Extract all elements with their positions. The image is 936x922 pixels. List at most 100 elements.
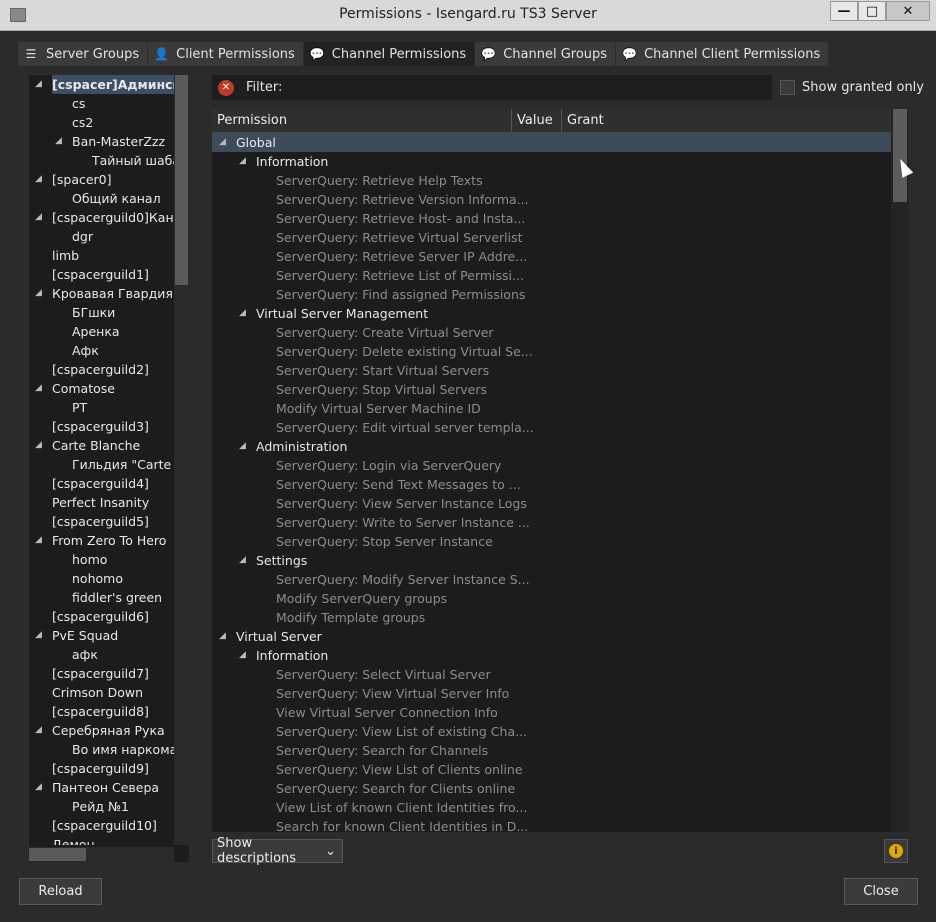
expand-arrow-icon[interactable]: ◢: [239, 304, 246, 323]
channel-tree-item[interactable]: ◢ Серебряная Рука: [29, 721, 174, 740]
expand-arrow-icon[interactable]: ◢: [219, 627, 226, 646]
permission-row[interactable]: View Virtual Server Connection Info: [212, 703, 891, 722]
permission-row[interactable]: ◢ Virtual Server Management: [212, 304, 891, 323]
permission-row[interactable]: ServerQuery: Stop Virtual Servers: [212, 380, 891, 399]
channel-tree-item[interactable]: [cspacerguild10]: [29, 816, 174, 835]
permission-row[interactable]: ◢ Virtual Server: [212, 627, 891, 646]
expand-arrow-icon[interactable]: ◢: [35, 778, 42, 797]
expand-arrow-icon[interactable]: ◢: [219, 133, 226, 152]
permission-row[interactable]: ServerQuery: Select Virtual Server: [212, 665, 891, 684]
info-button[interactable]: i: [884, 839, 908, 863]
window-close-button[interactable]: ✕: [886, 1, 930, 21]
permission-row[interactable]: ServerQuery: Retrieve Virtual Serverlist: [212, 228, 891, 247]
channel-tree-item[interactable]: cs: [29, 94, 174, 113]
tab-client-permissions[interactable]: 👤 Client Permissions: [148, 42, 304, 66]
expand-arrow-icon[interactable]: ◢: [35, 436, 42, 455]
clear-filter-icon[interactable]: ✕: [218, 79, 234, 96]
minimize-button[interactable]: —: [830, 1, 858, 21]
scroll-thumb[interactable]: [175, 75, 188, 285]
permission-row[interactable]: ServerQuery: View Server Instance Logs: [212, 494, 891, 513]
permission-row[interactable]: ServerQuery: Create Virtual Server: [212, 323, 891, 342]
permission-row[interactable]: ServerQuery: Stop Server Instance: [212, 532, 891, 551]
tab-channel-client-permissions[interactable]: 💬 Channel Client Permissions: [616, 42, 830, 66]
channel-tree-item[interactable]: [cspacerguild4]: [29, 474, 174, 493]
permission-row[interactable]: ServerQuery: Search for Channels: [212, 741, 891, 760]
channel-tree[interactable]: ◢ [cspacer]Админские cs cs2 ◢ Ban-MasterZzz Та…: [29, 75, 174, 845]
maximize-button[interactable]: □: [858, 1, 886, 21]
permission-row[interactable]: ServerQuery: Login via ServerQuery: [212, 456, 891, 475]
permission-row[interactable]: ServerQuery: Retrieve Server IP Addre...: [212, 247, 891, 266]
channel-tree-item[interactable]: [cspacerguild8]: [29, 702, 174, 721]
column-header-value[interactable]: Value: [512, 109, 562, 132]
channel-tree-item[interactable]: cs2: [29, 113, 174, 132]
expand-arrow-icon[interactable]: ◢: [35, 626, 42, 645]
show-descriptions-dropdown[interactable]: Show descriptions ⌄: [212, 836, 343, 866]
expand-arrow-icon[interactable]: ◢: [35, 208, 42, 227]
tab-channel-groups[interactable]: 💬 Channel Groups: [475, 42, 617, 66]
channel-tree-item[interactable]: Perfect Insanity: [29, 493, 174, 512]
channel-tree-item[interactable]: nohomo: [29, 569, 174, 588]
channel-tree-item[interactable]: limb: [29, 246, 174, 265]
scroll-thumb[interactable]: [29, 848, 86, 861]
permission-row[interactable]: ◢ Settings: [212, 551, 891, 570]
tab-channel-permissions[interactable]: 💬 Channel Permissions: [303, 42, 476, 66]
permission-row[interactable]: ServerQuery: Delete existing Virtual Se.…: [212, 342, 891, 361]
channel-tree-item[interactable]: Во имя наркомана: [29, 740, 174, 759]
reload-button[interactable]: Reload: [19, 878, 102, 905]
channel-tree-item[interactable]: БГшки: [29, 303, 174, 322]
filter-input[interactable]: [290, 75, 772, 100]
permission-row[interactable]: ServerQuery: View List of Clients online: [212, 760, 891, 779]
permission-row[interactable]: ServerQuery: Search for Clients online: [212, 779, 891, 798]
channel-tree-item[interactable]: ◢ PvE Squad: [29, 626, 174, 645]
permissions-vertical-scrollbar[interactable]: [891, 109, 909, 832]
expand-arrow-icon[interactable]: ◢: [35, 721, 42, 740]
expand-arrow-icon[interactable]: ◢: [239, 551, 246, 570]
permission-row[interactable]: Modify ServerQuery groups: [212, 589, 891, 608]
expand-arrow-icon[interactable]: ◢: [35, 75, 42, 94]
permission-row[interactable]: View List of known Client Identities fro…: [212, 798, 891, 817]
channel-tree-item[interactable]: [cspacerguild9]: [29, 759, 174, 778]
channel-tree-item[interactable]: [cspacerguild6]: [29, 607, 174, 626]
close-button[interactable]: Close: [844, 878, 918, 905]
channel-tree-item[interactable]: ◢ [cspacerguild0]Канал: [29, 208, 174, 227]
channel-tree-item[interactable]: ◢ Comatose: [29, 379, 174, 398]
permission-row[interactable]: ServerQuery: Write to Server Instance ..…: [212, 513, 891, 532]
permission-row[interactable]: ServerQuery: Retrieve Version Informa...: [212, 190, 891, 209]
permission-row[interactable]: Search for known Client Identities in D.…: [212, 817, 891, 832]
expand-arrow-icon[interactable]: ◢: [239, 646, 246, 665]
permission-row[interactable]: ServerQuery: Find assigned Permissions: [212, 285, 891, 304]
permission-row[interactable]: ServerQuery: Retrieve Host- and Insta...: [212, 209, 891, 228]
permission-row[interactable]: Modify Template groups: [212, 608, 891, 627]
channel-tree-item[interactable]: ◢ Ban-MasterZzz: [29, 132, 174, 151]
expand-arrow-icon[interactable]: ◢: [35, 531, 42, 550]
channel-tree-vertical-scrollbar[interactable]: [174, 75, 189, 845]
permission-row[interactable]: ServerQuery: Send Text Messages to ...: [212, 475, 891, 494]
channel-tree-item[interactable]: Аренка: [29, 322, 174, 341]
expand-arrow-icon[interactable]: ◢: [55, 132, 62, 151]
channel-tree-item[interactable]: афк: [29, 645, 174, 664]
channel-tree-item[interactable]: Гильдия "Carte Bl: [29, 455, 174, 474]
permission-row[interactable]: ServerQuery: View Virtual Server Info: [212, 684, 891, 703]
permission-row[interactable]: ServerQuery: Modify Server Instance S...: [212, 570, 891, 589]
tab-server-groups[interactable]: ☰ Server Groups: [18, 42, 149, 66]
channel-tree-item[interactable]: homo: [29, 550, 174, 569]
permission-row[interactable]: ◢ Information: [212, 646, 891, 665]
show-granted-only-checkbox[interactable]: Show granted only: [780, 80, 924, 95]
expand-arrow-icon[interactable]: ◢: [35, 379, 42, 398]
channel-tree-item[interactable]: ◢ [spacer0]: [29, 170, 174, 189]
permission-row[interactable]: ServerQuery: Retrieve List of Permissi..…: [212, 266, 891, 285]
permission-row[interactable]: ◢ Administration: [212, 437, 891, 456]
channel-tree-item[interactable]: ◢ From Zero To Hero: [29, 531, 174, 550]
permission-row[interactable]: ServerQuery: Start Virtual Servers: [212, 361, 891, 380]
permission-row[interactable]: ServerQuery: Edit virtual server templa.…: [212, 418, 891, 437]
channel-tree-item[interactable]: fiddler's green: [29, 588, 174, 607]
channel-tree-item[interactable]: Тайный шабаш: [29, 151, 174, 170]
permission-row[interactable]: ServerQuery: Retrieve Help Texts: [212, 171, 891, 190]
channel-tree-item[interactable]: [cspacerguild7]: [29, 664, 174, 683]
expand-arrow-icon[interactable]: ◢: [239, 152, 246, 171]
channel-tree-item[interactable]: ◢ Кровавая Гвардия С: [29, 284, 174, 303]
checkbox-box[interactable]: [780, 80, 795, 95]
expand-arrow-icon[interactable]: ◢: [35, 170, 42, 189]
expand-arrow-icon[interactable]: ◢: [239, 437, 246, 456]
channel-tree-item[interactable]: Афк: [29, 341, 174, 360]
